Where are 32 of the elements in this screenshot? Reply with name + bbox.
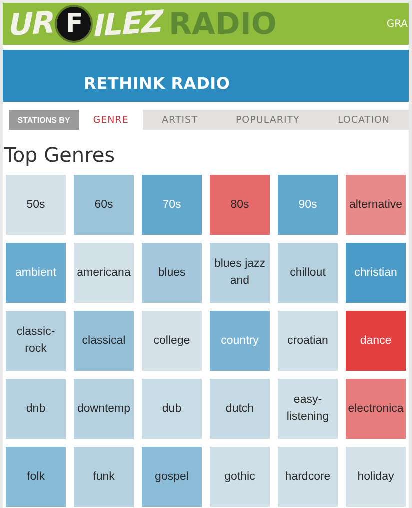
genre-tile[interactable]: blues: [142, 243, 202, 303]
genre-tile[interactable]: dutch: [210, 379, 270, 439]
genre-tile[interactable]: 50s: [6, 175, 66, 235]
genre-tile[interactable]: 60s: [74, 175, 134, 235]
genre-tile[interactable]: dance: [346, 311, 406, 371]
genre-tile[interactable]: dub: [142, 379, 202, 439]
genre-tile[interactable]: chillout: [278, 243, 338, 303]
genre-tile[interactable]: folk: [6, 447, 66, 507]
genre-tile[interactable]: blues jazz and: [210, 243, 270, 303]
genre-tile[interactable]: easy- listening: [278, 379, 338, 439]
genre-tile[interactable]: alternative: [346, 175, 406, 235]
genre-tile[interactable]: electronica: [346, 379, 406, 439]
section-heading: Top Genres: [4, 142, 116, 168]
genre-tile[interactable]: dnb: [6, 379, 66, 439]
genre-tile[interactable]: croatian: [278, 311, 338, 371]
genre-tile[interactable]: hardcore: [278, 447, 338, 507]
logo-letter: F: [55, 5, 94, 43]
genre-tile[interactable]: americana: [74, 243, 134, 303]
logo-text: UR: [9, 4, 54, 44]
genre-tile[interactable]: downtemp: [74, 379, 134, 439]
genre-tile[interactable]: holiday: [346, 447, 406, 507]
logo-text: ILEZ: [94, 4, 163, 44]
genre-tile[interactable]: college: [142, 311, 202, 371]
banner-title: RETHINK RADIO: [84, 74, 230, 93]
genre-tile[interactable]: gospel: [142, 447, 202, 507]
genre-tile[interactable]: gothic: [210, 447, 270, 507]
genre-tile[interactable]: 80s: [210, 175, 270, 235]
tab[interactable]: GENRE: [79, 110, 143, 130]
tabs-label: STATIONS BY: [9, 110, 79, 130]
genre-tile[interactable]: classic- rock: [6, 311, 66, 371]
genre-tile[interactable]: classical: [74, 311, 134, 371]
genre-tile[interactable]: funk: [74, 447, 134, 507]
